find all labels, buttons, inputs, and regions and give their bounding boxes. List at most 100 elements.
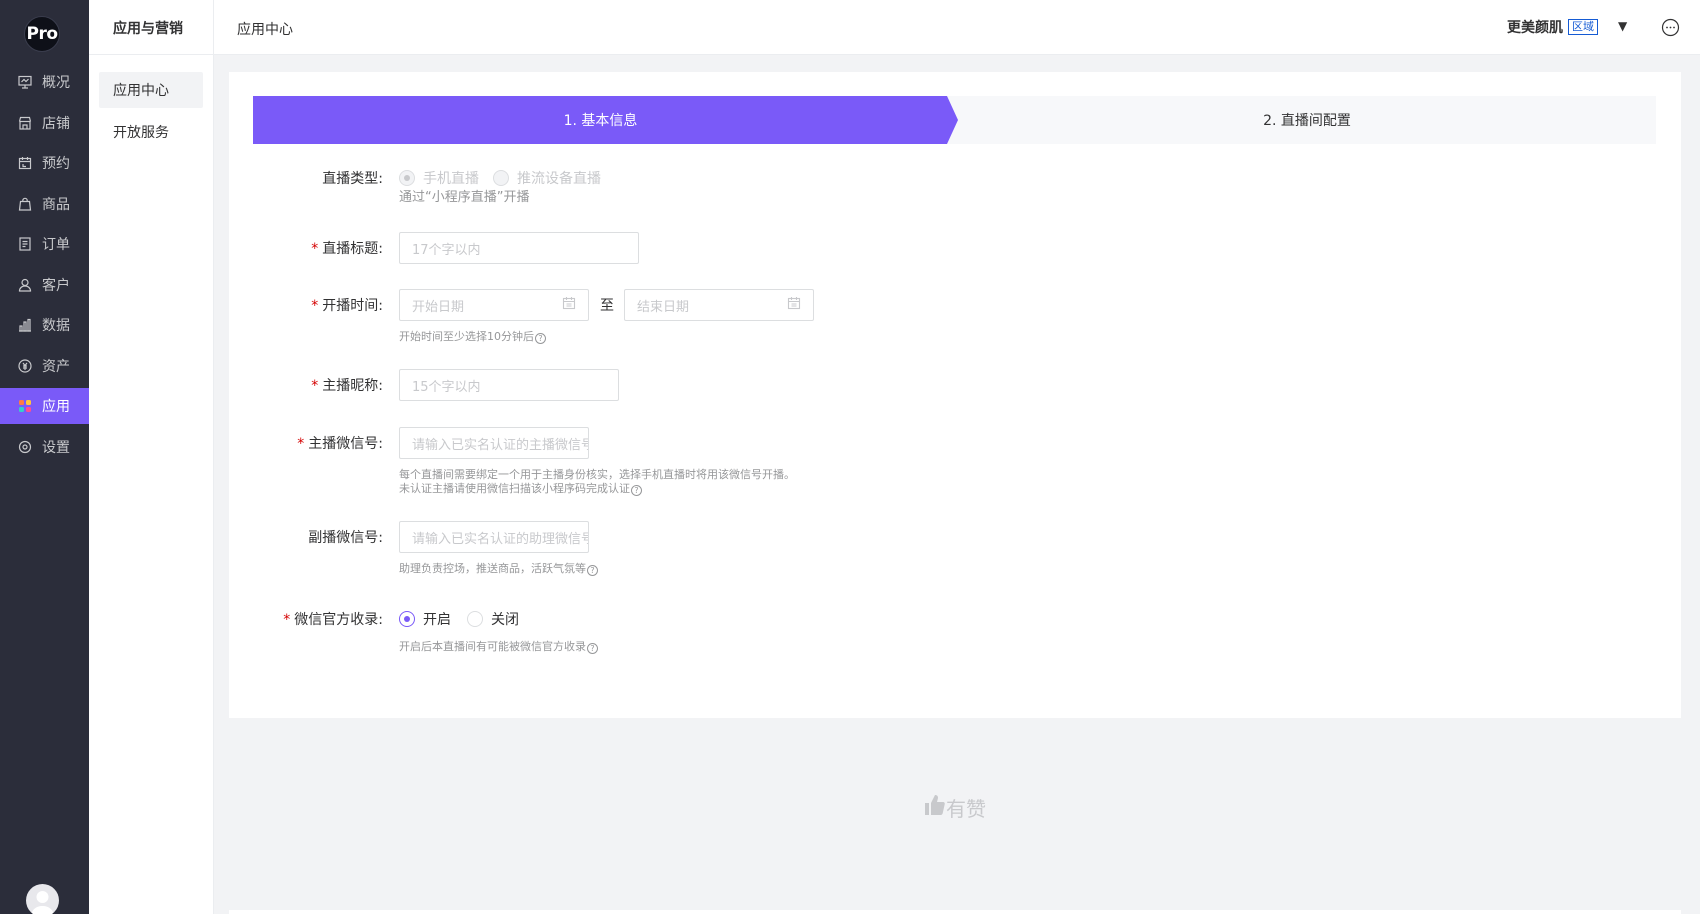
avatar[interactable] [26, 884, 59, 914]
help-circle-icon[interactable]: ? [587, 565, 598, 576]
required-mark: * [297, 436, 305, 452]
anchor-wechat-label-wrap: * 主播微信号: [229, 433, 383, 453]
assistant-wechat-input[interactable]: 请输入已实名认证的助理微信号 [399, 521, 589, 553]
order-icon [17, 236, 33, 252]
step-1[interactable]: 1. 基本信息 [253, 96, 948, 144]
subnav-title: 应用与营销 [113, 21, 183, 37]
help-circle-icon[interactable]: ? [535, 333, 546, 344]
footer-brand: 有赞 [924, 793, 986, 822]
sidebar-item-goods[interactable]: 商品 [0, 186, 89, 222]
radio-label: 手机直播 [423, 171, 479, 187]
official-index-help: 开启后本直播间有可能被微信官方收录? [399, 640, 598, 654]
bag-icon [17, 196, 33, 212]
sidebar-item-overview[interactable]: 概况 [0, 64, 89, 100]
thumbs-up-icon [924, 794, 946, 821]
sidebar-item-orders[interactable]: 订单 [0, 226, 89, 262]
time-label-text: 开播时间: [322, 298, 383, 314]
secondary-sidebar: 应用与营销 应用中心 开放服务 [89, 0, 214, 914]
message-icon[interactable] [1661, 18, 1680, 37]
main-sidebar: Pro 概况 店铺 预约 商品 订单 客户 数据 资产 应用 设置 [0, 0, 89, 914]
step-2[interactable]: 2. 直播间配置 [958, 96, 1656, 144]
assistant-wechat-label-wrap: 副播微信号: [229, 527, 383, 547]
assistant-wechat-help: 助理负责控场，推送商品，活跃气氛等? [399, 562, 598, 576]
form-card: 1. 基本信息 2. 直播间配置 直播类型: 手机直播 推流设备直播 通过“小程… [229, 72, 1681, 718]
breadcrumb: 应用中心 [237, 22, 293, 38]
chevron-down-icon[interactable]: ▼ [1618, 19, 1627, 33]
end-date-placeholder: 结束日期 [637, 299, 690, 315]
radio-circle [399, 611, 415, 627]
sidebar-item-label: 订单 [42, 237, 70, 253]
radio-label: 关闭 [491, 612, 519, 628]
time-help-text: 开始时间至少选择10分钟后 [399, 330, 534, 343]
top-bar: 应用中心 更美颜肌 区域 ▼ [214, 0, 1700, 55]
sidebar-item-label: 应用 [42, 399, 70, 415]
monitor-icon [17, 74, 33, 90]
region-badge: 区域 [1568, 19, 1598, 35]
sidebar-item-label: 店铺 [42, 116, 70, 132]
end-date-input[interactable]: 结束日期 [624, 289, 814, 321]
sidebar-item-apps[interactable]: 应用 [0, 388, 89, 424]
radio-circle [493, 170, 509, 186]
official-index-label: * 微信官方收录: [283, 609, 383, 629]
sidebar-item-label: 数据 [42, 318, 70, 334]
live-type-help: 通过“小程序直播”开播 [399, 190, 530, 205]
sidebar-item-settings[interactable]: 设置 [0, 429, 89, 465]
sidebar-item-booking[interactable]: 预约 [0, 145, 89, 181]
brand-name: 有赞 [946, 797, 986, 821]
assistant-wechat-help-text: 助理负责控场，推送商品，活跃气氛等 [399, 562, 586, 575]
radio-official-on[interactable]: 开启 [399, 609, 451, 629]
required-mark: * [311, 241, 319, 257]
title-label-text: 直播标题: [322, 241, 383, 257]
time-help: 开始时间至少选择10分钟后? [399, 330, 546, 344]
radio-official-off[interactable]: 关闭 [467, 609, 519, 629]
title-label: * 直播标题: [311, 238, 383, 258]
sidebar-item-label: 商品 [42, 197, 70, 213]
radio-circle [399, 170, 415, 186]
sidebar-item-assets[interactable]: 资产 [0, 348, 89, 384]
start-date-input[interactable]: 开始日期 [399, 289, 589, 321]
step-progress: 1. 基本信息 2. 直播间配置 [253, 96, 1656, 144]
anchor-name-label-text: 主播昵称: [322, 378, 383, 394]
user-icon [17, 277, 33, 293]
date-separator: 至 [600, 298, 614, 314]
coin-icon [17, 358, 33, 374]
anchor-wechat-label-text: 主播微信号: [308, 436, 383, 452]
subnav-item-open-service[interactable]: 开放服务 [99, 114, 203, 150]
anchor-name-input[interactable]: 15个字以内 [399, 369, 619, 401]
help-circle-icon[interactable]: ? [631, 485, 642, 496]
shop-switcher[interactable]: 更美颜肌 区域 [1507, 17, 1598, 37]
radio-label: 推流设备直播 [517, 171, 601, 187]
required-mark: * [311, 298, 319, 314]
next-card-edge [229, 910, 1681, 914]
live-type-label: 直播类型: [322, 171, 383, 187]
live-type-label-wrap: 直播类型: [229, 168, 383, 188]
sidebar-item-customers[interactable]: 客户 [0, 267, 89, 303]
subnav-item-app-center[interactable]: 应用中心 [99, 72, 203, 108]
sidebar-item-data[interactable]: 数据 [0, 307, 89, 343]
sidebar-item-label: 设置 [42, 440, 70, 456]
required-mark: * [283, 612, 291, 628]
radio-phone-live[interactable]: 手机直播 [399, 168, 479, 188]
sidebar-item-label: 预约 [42, 156, 70, 172]
bar-chart-icon [17, 317, 33, 333]
time-label-wrap: * 开播时间: [229, 295, 383, 315]
title-label-wrap: * 直播标题: [229, 238, 383, 258]
sidebar-item-store[interactable]: 店铺 [0, 105, 89, 141]
official-index-help-text: 开启后本直播间有可能被微信官方收录 [399, 640, 586, 653]
radio-label: 开启 [423, 612, 451, 628]
gear-icon [17, 439, 33, 455]
apps-icon [17, 398, 33, 414]
help-circle-icon[interactable]: ? [587, 643, 598, 654]
official-index-label-text: 微信官方收录: [294, 612, 383, 628]
anchor-wechat-input[interactable]: 请输入已实名认证的主播微信号 [399, 427, 589, 459]
store-icon [17, 115, 33, 131]
anchor-wechat-help-2: 未认证主播请使用微信扫描该小程序码完成认证? [399, 482, 642, 496]
anchor-wechat-help-1: 每个直播间需要绑定一个用于主播身份核实，选择手机直播时将用该微信号开播。 [399, 468, 795, 481]
title-input[interactable]: 17个字以内 [399, 232, 639, 264]
anchor-name-label-wrap: * 主播昵称: [229, 375, 383, 395]
anchor-wechat-help-2-text: 未认证主播请使用微信扫描该小程序码完成认证 [399, 482, 630, 495]
radio-stream-device[interactable]: 推流设备直播 [493, 168, 601, 188]
time-label: * 开播时间: [311, 295, 383, 315]
logo[interactable]: Pro [24, 16, 60, 52]
calendar-icon [17, 155, 33, 171]
